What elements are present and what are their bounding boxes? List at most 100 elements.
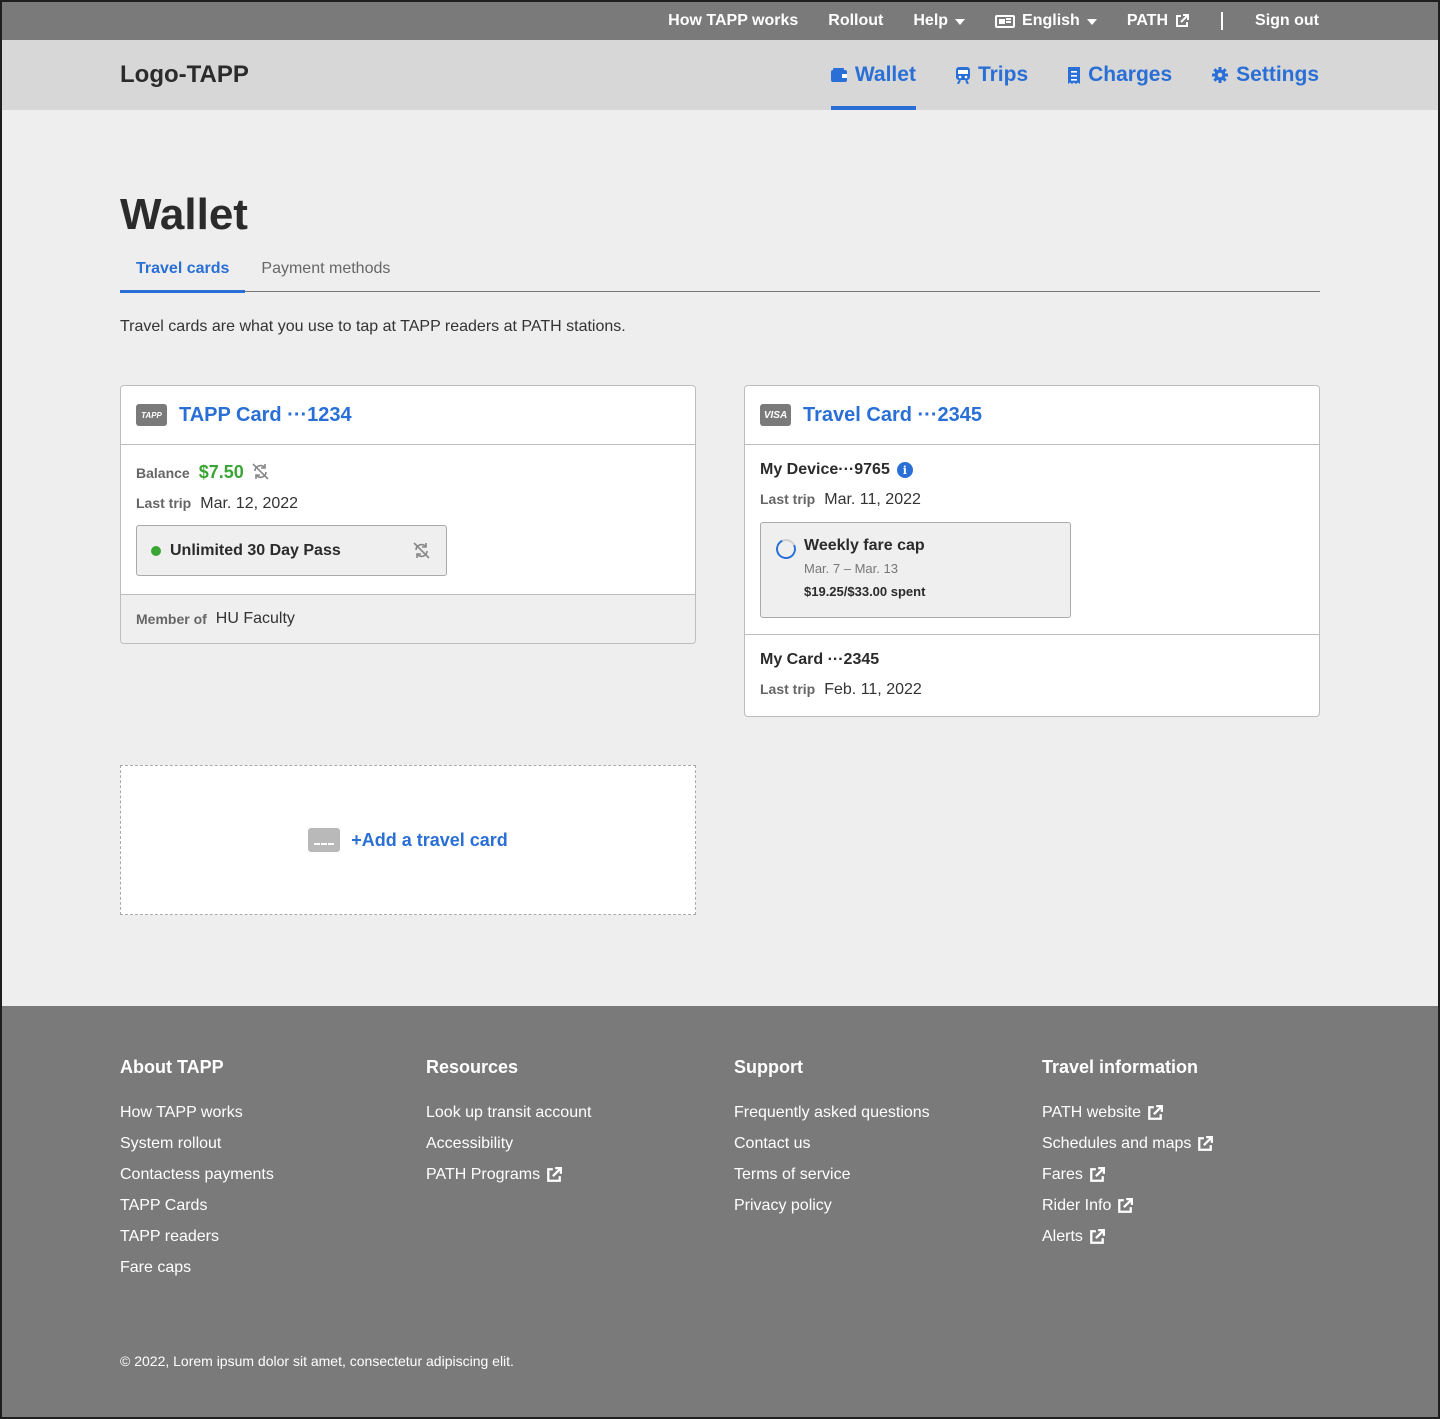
fare-cap-spent: $19.25/$33.00 spent (804, 584, 926, 599)
external-link-icon (1175, 14, 1190, 28)
footer-link[interactable]: Fare caps (120, 1252, 426, 1283)
pass-item[interactable]: Unlimited 30 Day Pass (136, 525, 447, 576)
nav-charges[interactable]: Charges (1068, 40, 1172, 110)
fare-cap-title: Weekly fare cap (804, 537, 925, 554)
fare-cap-dates: Mar. 7 – Mar. 13 (804, 561, 898, 576)
footer-link[interactable]: Privacy policy (734, 1190, 1042, 1221)
nav-trips[interactable]: Trips (955, 40, 1029, 110)
site-header: Logo-TAPP Wallet Trips Charges Settings (2, 40, 1438, 110)
footer-link-label: System rollout (120, 1134, 222, 1152)
footer-link[interactable]: Frequently asked questions (734, 1097, 1042, 1128)
footer-link[interactable]: Accessibility (426, 1128, 734, 1159)
chevron-down-icon (955, 19, 966, 25)
tapp-card: TAPP TAPP Card ···1234 Balance $7.50 Las… (120, 385, 696, 644)
member-value: HU Faculty (215, 610, 295, 627)
chevron-down-icon (1086, 19, 1097, 25)
footer-link[interactable]: System rollout (120, 1128, 426, 1159)
visa-card-title-link[interactable]: Travel Card ···2345 (803, 404, 982, 427)
last-trip-value: Mar. 12, 2022 (200, 495, 299, 512)
tab-payment-methods[interactable]: Payment methods (245, 255, 406, 291)
visa-card-header: VISA Travel Card ···2345 (745, 386, 1319, 445)
page-title: Wallet (120, 190, 248, 239)
external-link-icon (1089, 1166, 1105, 1183)
footer-link-label: Frequently asked questions (734, 1103, 930, 1121)
footer-link-label: Terms of service (734, 1165, 851, 1183)
nav-wallet[interactable]: Wallet (830, 40, 917, 110)
wallet-icon (830, 68, 847, 82)
footer-link-label: Fare caps (120, 1258, 192, 1276)
device-last-trip-label: Last trip (760, 491, 816, 507)
card-last-trip-value: Feb. 11, 2022 (824, 681, 922, 698)
footer-link[interactable]: Look up transit account (426, 1097, 734, 1128)
nav-charges-label: Charges (1088, 63, 1173, 86)
footer-link-label: Rider Info (1042, 1196, 1112, 1214)
app-frame: How TAPP works Rollout Help English PATH… (2, 2, 1438, 1417)
device-section: My Device···9765 i Last trip Mar. 11, 20… (745, 445, 1319, 635)
device-last-trip-value: Mar. 11, 2022 (824, 491, 921, 508)
autorenew-off-icon (413, 542, 430, 559)
footer-link[interactable]: Schedules and maps (1042, 1128, 1320, 1159)
copyright: © 2022, Lorem ipsum dolor sit amet, cons… (120, 1353, 514, 1369)
footer-columns: About TAPP How TAPP works System rollout Co… (120, 1057, 1320, 1283)
language-dropdown[interactable]: English (995, 12, 1097, 30)
nav-settings[interactable]: Settings (1212, 40, 1319, 110)
footer-link[interactable]: Terms of service (734, 1159, 1042, 1190)
footer-link[interactable]: Contact us (734, 1128, 1042, 1159)
footer-link[interactable]: PATH website (1042, 1097, 1320, 1128)
nav-trips-label: Trips (977, 63, 1029, 86)
footer-link[interactable]: Contactess payments (120, 1159, 426, 1190)
help-dropdown[interactable]: Help (913, 12, 966, 30)
card-icon (308, 828, 341, 852)
sign-out-link[interactable]: Sign out (1255, 12, 1319, 30)
autoload-off-icon (252, 463, 269, 480)
footer-link-label: Contact us (734, 1134, 811, 1152)
card-last-trip-label: Last trip (760, 681, 816, 697)
member-label: Member of (136, 611, 207, 627)
nav-settings-label: Settings (1236, 63, 1319, 86)
utility-divider (1221, 12, 1224, 30)
footer-link[interactable]: TAPP readers (120, 1221, 426, 1252)
balance-label: Balance (136, 465, 190, 481)
language-icon (995, 14, 1016, 28)
footer-link-label: PATH Programs (426, 1165, 541, 1183)
external-link-icon (546, 1166, 563, 1183)
add-travel-card-label: +Add a travel card (351, 829, 508, 850)
footer-link-label: TAPP Cards (120, 1196, 208, 1214)
path-label: PATH (1126, 12, 1169, 29)
tapp-card-title-link[interactable]: TAPP Card ···1234 (179, 404, 352, 427)
footer-link[interactable]: Alerts (1042, 1221, 1320, 1252)
how-it-works-label: How TAPP works (668, 12, 799, 29)
external-link-icon (1089, 1228, 1105, 1245)
help-label: Help (913, 12, 949, 29)
path-link[interactable]: PATH (1126, 12, 1190, 30)
visa-travel-card: VISA Travel Card ···2345 My Device···976… (744, 385, 1320, 717)
footer-link[interactable]: How TAPP works (120, 1097, 426, 1128)
footer-link[interactable]: PATH Programs (426, 1159, 734, 1190)
external-link-icon (1147, 1104, 1163, 1121)
footer-link[interactable]: TAPP Cards (120, 1190, 426, 1221)
tapp-logo-icon: TAPP (136, 404, 167, 426)
tab-travel-cards[interactable]: Travel cards (120, 255, 246, 293)
utility-bar: How TAPP works Rollout Help English PATH… (2, 2, 1438, 40)
membership-footer: Member of HU Faculty (121, 594, 695, 643)
how-it-works-link[interactable]: How TAPP works (668, 12, 798, 30)
footer-heading: About TAPP (120, 1057, 224, 1077)
wallet-tabs: Travel cards Payment methods (120, 255, 1320, 293)
balance-value: $7.50 (198, 462, 244, 482)
footer-link[interactable]: Fares (1042, 1159, 1320, 1190)
footer-column: Resources Look up transit account Accessib… (426, 1057, 734, 1283)
card-section: My Card ···2345 Last trip Feb. 11, 2022 (745, 635, 1319, 699)
fare-cap-box[interactable]: Weekly fare cap Mar. 7 – Mar. 13 $19.25/… (760, 522, 1071, 618)
footer-link[interactable]: Rider Info (1042, 1190, 1320, 1221)
footer-link-label: Accessibility (426, 1134, 514, 1152)
info-icon[interactable]: i (896, 462, 913, 478)
last-trip-label: Last trip (136, 495, 192, 511)
fare-cap-progress-icon (773, 536, 799, 562)
logo[interactable]: Logo-TAPP (120, 61, 249, 89)
add-travel-card-button[interactable]: +Add a travel card (120, 765, 696, 915)
card-last-trip-row: Last trip Feb. 11, 2022 (760, 681, 1304, 699)
card-name: My Card ···2345 (760, 651, 880, 668)
rollout-link[interactable]: Rollout (828, 12, 883, 30)
tapp-card-header: TAPP TAPP Card ···1234 (121, 386, 695, 445)
travel-card-grid: TAPP TAPP Card ···1234 Balance $7.50 Las… (120, 385, 1320, 925)
